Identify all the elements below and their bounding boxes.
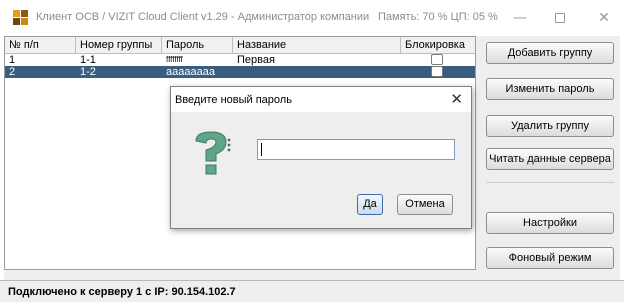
new-password-input[interactable] [257, 139, 455, 160]
column-header-group[interactable]: Номер группы [76, 37, 162, 53]
sidebar-separator [486, 182, 614, 183]
system-usage-info: Память: 70 % ЦП: 05 % [378, 11, 498, 23]
read-server-data-button[interactable]: Читать данные сервера [486, 148, 614, 170]
close-button[interactable]: ✕ [584, 6, 624, 30]
question-icon [195, 131, 231, 175]
table-header: № п/п Номер группы Пароль Название Блоки… [5, 37, 475, 54]
add-group-button[interactable]: Добавить группу [486, 42, 614, 64]
background-mode-button[interactable]: Фоновый режим [486, 247, 614, 269]
maximize-icon [555, 13, 565, 23]
cancel-button[interactable]: Отмена [397, 194, 453, 215]
cell-password: ffffffff [166, 55, 183, 64]
blocked-checkbox[interactable] [431, 66, 443, 77]
title-bar: Клиент ОСВ / VIZIT Cloud Client v1.29 - … [0, 0, 624, 36]
ok-button[interactable]: Да [357, 194, 383, 215]
maximize-button[interactable] [540, 6, 580, 30]
status-bar: Подключено к серверу 1 с IP: 90.154.102.… [0, 280, 624, 302]
dialog-close-button[interactable]: ✕ [450, 90, 463, 108]
cell-group: 1-1 [80, 54, 96, 66]
cell-name: Первая [237, 54, 275, 66]
column-header-name[interactable]: Название [233, 37, 401, 53]
column-header-blocked[interactable]: Блокировка [401, 37, 475, 53]
app-icon [13, 10, 29, 26]
new-password-dialog: Введите новый пароль ✕ Да Отмена [170, 86, 472, 229]
blocked-checkbox[interactable] [431, 54, 443, 65]
minimize-icon: — [513, 10, 527, 26]
change-password-button[interactable]: Изменить пароль [486, 78, 614, 100]
cell-group: 1-2 [80, 66, 96, 78]
cell-number: 1 [9, 54, 16, 66]
cell-number: 2 [9, 66, 16, 78]
dialog-title-bar: Введите новый пароль ✕ [171, 87, 471, 112]
delete-group-button[interactable]: Удалить группу [486, 115, 614, 137]
table-row[interactable]: 2 1-2 aaaaaaaa [5, 66, 475, 78]
minimize-button[interactable]: — [500, 6, 540, 30]
cell-password: aaaaaaaa [166, 66, 215, 78]
column-header-number[interactable]: № п/п [5, 37, 76, 53]
close-icon: ✕ [450, 90, 463, 108]
connection-status: Подключено к серверу 1 с IP: 90.154.102.… [8, 286, 236, 298]
text-caret [261, 143, 262, 156]
window-title: Клиент ОСВ / VIZIT Cloud Client v1.29 - … [36, 11, 370, 23]
close-icon: ✕ [598, 10, 610, 26]
settings-button[interactable]: Настройки [486, 212, 614, 234]
dialog-title: Введите новый пароль [175, 94, 292, 106]
cell-name [233, 66, 237, 78]
table-row[interactable]: 1 1-1 ffffffff Первая [5, 54, 475, 66]
column-header-password[interactable]: Пароль [162, 37, 233, 53]
